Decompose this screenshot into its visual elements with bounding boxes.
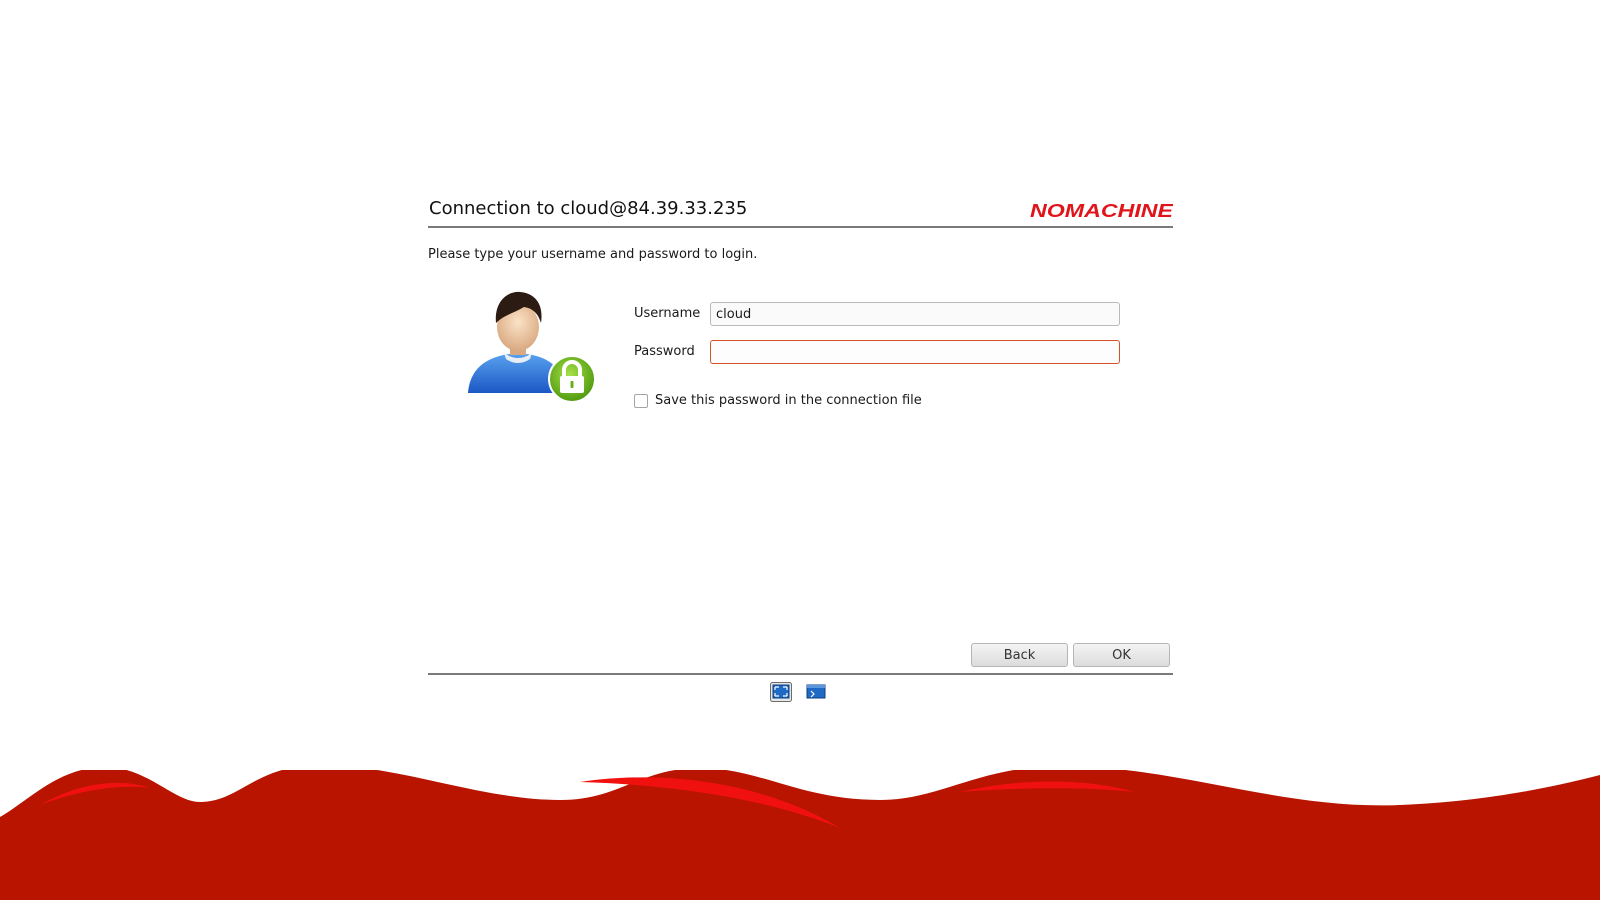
password-label: Password <box>634 344 695 359</box>
user-lock-icon <box>468 291 596 403</box>
password-field[interactable] <box>710 340 1120 364</box>
background-wave <box>0 770 1600 900</box>
save-password-label: Save this password in the connection fil… <box>655 393 922 408</box>
username-label: Username <box>634 306 701 321</box>
login-instruction: Please type your username and password t… <box>428 247 758 262</box>
ok-button[interactable]: OK <box>1073 643 1170 667</box>
username-field[interactable] <box>710 302 1120 326</box>
footer-divider <box>428 673 1173 675</box>
header: Connection to cloud@84.39.33.235 NOMACHI… <box>428 186 1173 228</box>
page-title: Connection to cloud@84.39.33.235 <box>429 198 748 219</box>
window-view-icon[interactable] <box>805 682 827 702</box>
nomachine-logo-text: NOMACHINE <box>1030 201 1173 219</box>
nomachine-logo: NOMACHINE <box>1030 201 1173 219</box>
login-panel: Connection to cloud@84.39.33.235 NOMACHI… <box>428 186 1173 706</box>
save-password-checkbox[interactable] <box>634 394 648 408</box>
back-button[interactable]: Back <box>971 643 1068 667</box>
fullscreen-view-icon[interactable] <box>770 682 792 702</box>
